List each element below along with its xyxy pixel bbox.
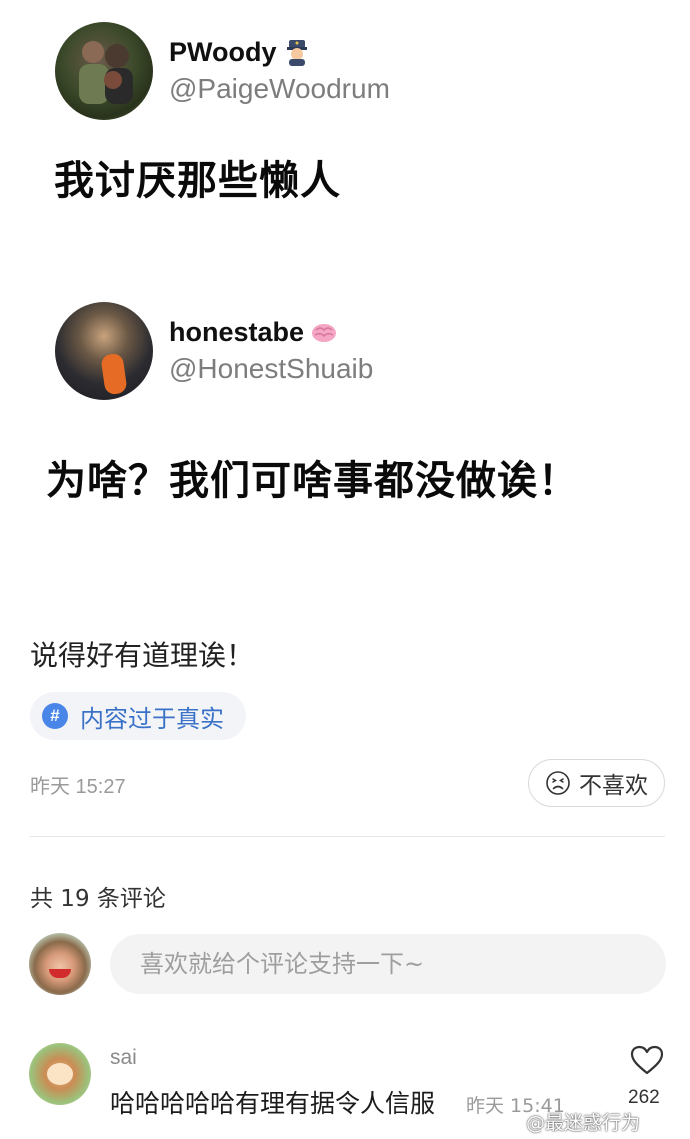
tweet-header: honestabe @HonestShuaib	[55, 302, 373, 400]
police-officer-emoji-icon	[286, 40, 307, 66]
brain-emoji-icon	[312, 324, 337, 342]
tweet-screenshot-image[interactable]: PWoody @PaigeWoodrum 我讨厌那些懒人 honestabe @…	[0, 0, 690, 600]
comment-input[interactable]	[110, 934, 666, 994]
hashtag-icon: #	[42, 703, 68, 729]
frown-face-icon	[546, 771, 570, 795]
tweet-avatar	[55, 302, 153, 400]
like-count: 262	[628, 1087, 660, 1108]
tweet-text: 为啥？我们可啥事都没做诶！	[46, 458, 579, 504]
current-user-avatar	[29, 933, 91, 995]
tweet-header: PWoody @PaigeWoodrum	[55, 22, 390, 120]
topic-tag[interactable]: # 内容过于真实	[30, 692, 246, 740]
weibo-logo-icon	[500, 1113, 521, 1131]
comment-avatar[interactable]	[29, 1043, 91, 1105]
tweet-handle: @HonestShuaib	[169, 353, 374, 384]
tweet-display-name: PWoody	[169, 37, 277, 67]
divider	[30, 836, 665, 837]
tweet-avatar	[55, 22, 153, 120]
dislike-button[interactable]: 不喜欢	[528, 759, 665, 807]
post-caption: 说得好有道理诶！	[30, 639, 255, 672]
comment-count: 共 19 条评论	[30, 886, 166, 912]
watermark: @最迷惑行为	[500, 1108, 640, 1135]
comment-username[interactable]: sai	[110, 1046, 137, 1070]
post-timestamp: 昨天 15:27	[30, 776, 126, 798]
tweet-text: 我讨厌那些懒人	[54, 158, 341, 204]
comment-text: 哈哈哈哈哈有理有据令人信服	[110, 1089, 436, 1118]
tweet-handle: @PaigeWoodrum	[169, 73, 390, 104]
dislike-label: 不喜欢	[579, 773, 648, 799]
heart-like-icon[interactable]	[629, 1044, 665, 1076]
tweet-display-name: honestabe	[169, 317, 305, 347]
topic-label: 内容过于真实	[80, 704, 224, 733]
watermark-text: @最迷惑行为	[526, 1112, 641, 1134]
